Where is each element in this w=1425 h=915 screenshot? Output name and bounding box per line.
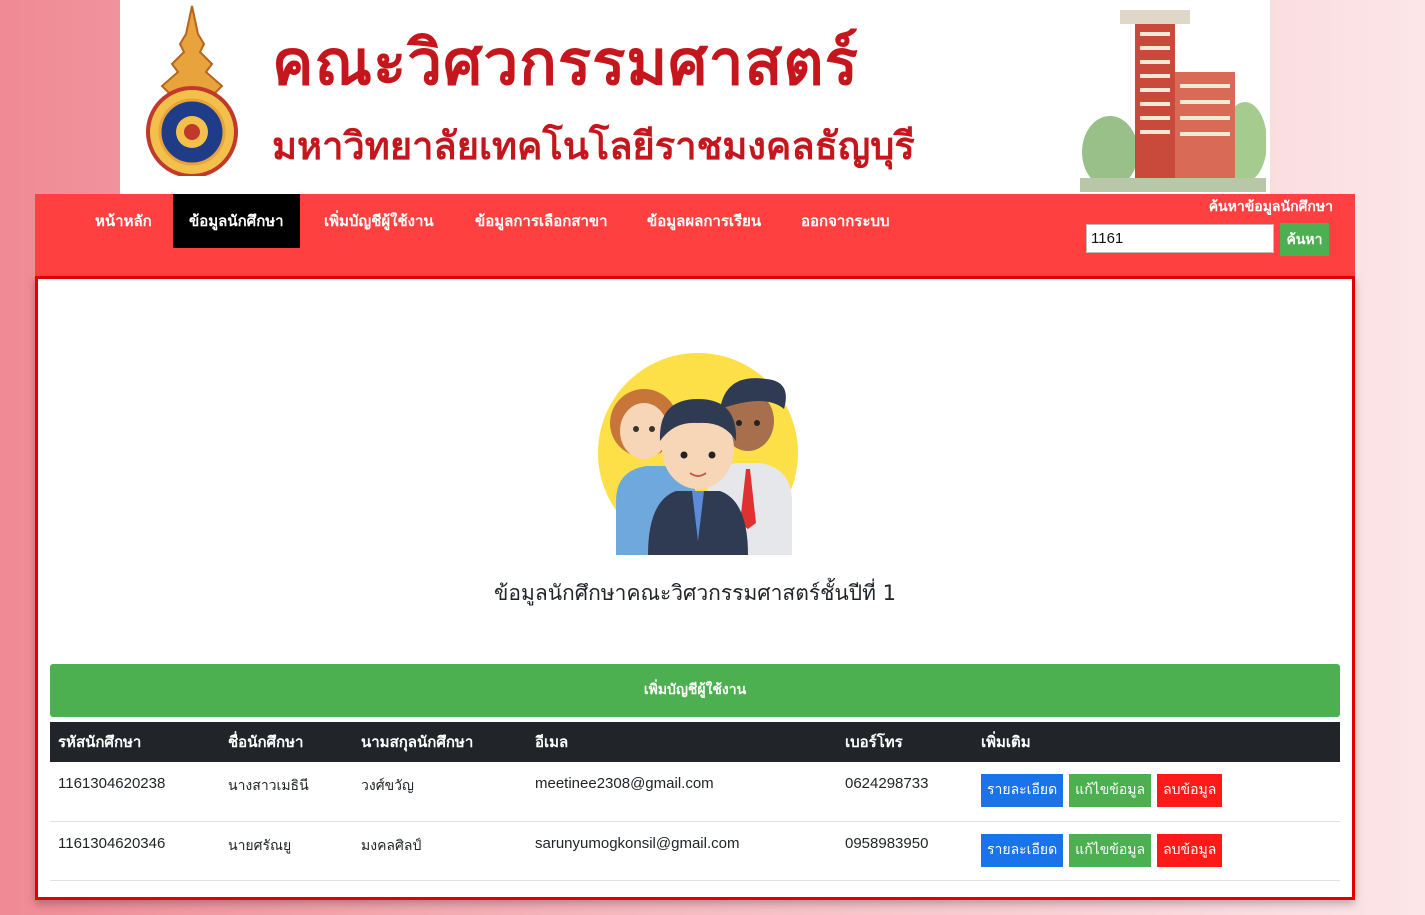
top-navbar: หน้าหลัก ข้อมูลนักศึกษา เพิ่มบัญชีผู้ใช้…	[35, 194, 1355, 278]
student-last-name: มงคลศิลป์	[353, 821, 527, 881]
row-actions: รายละเอียด แก้ไขข้อมูล ลบข้อมูล	[973, 821, 1340, 881]
nav-add-account[interactable]: เพิ่มบัญชีผู้ใช้งาน	[308, 194, 450, 248]
delete-button[interactable]: ลบข้อมูล	[1157, 833, 1223, 867]
header-banner: คณะวิศวกรรมศาสตร์ มหาวิทยาลัยเทคโนโลยีรา…	[120, 0, 1270, 194]
faculty-name: คณะวิศวกรรมศาสตร์	[272, 26, 859, 99]
student-phone: 0958983950	[837, 821, 973, 881]
nav-student-info[interactable]: ข้อมูลนักศึกษา	[173, 194, 300, 248]
col-student-id: รหัสนักศึกษา	[50, 722, 220, 762]
student-email: meetinee2308@gmail.com	[527, 762, 837, 822]
table-row: 1161304620346 นายศรัณยู มงคลศิลป์ saruny…	[50, 821, 1340, 881]
edit-button[interactable]: แก้ไขข้อมูล	[1069, 833, 1152, 867]
detail-button[interactable]: รายละเอียด	[981, 833, 1064, 867]
col-phone: เบอร์โทร	[837, 722, 973, 762]
search-label: ค้นหาข้อมูลนักศึกษา	[1208, 199, 1333, 215]
students-table: รหัสนักศึกษา ชื่อนักศึกษา นามสกุลนักศึกษ…	[50, 722, 1340, 881]
delete-button[interactable]: ลบข้อมูล	[1157, 774, 1223, 807]
search-input[interactable]	[1086, 224, 1274, 253]
add-account-button[interactable]: เพิ่มบัญชีผู้ใช้งาน	[50, 664, 1340, 717]
row-actions: รายละเอียด แก้ไขข้อมูล ลบข้อมูล	[973, 762, 1340, 822]
student-id: 1161304620238	[50, 762, 220, 822]
student-id: 1161304620346	[50, 821, 220, 881]
students-group-icon	[598, 353, 798, 555]
nav-grades[interactable]: ข้อมูลผลการเรียน	[631, 194, 777, 248]
detail-button[interactable]: รายละเอียด	[981, 774, 1064, 807]
student-first-name: นายศรัณยู	[220, 821, 353, 881]
building-illustration	[1080, 10, 1266, 192]
main-content: ข้อมูลนักศึกษาคณะวิศวกรรมศาสตร์ชั้นปีที่…	[35, 276, 1355, 900]
student-email: sarunyumogkonsil@gmail.com	[527, 821, 837, 881]
search-button[interactable]: ค้นหา	[1280, 223, 1329, 256]
student-phone: 0624298733	[837, 762, 973, 822]
col-more: เพิ่มเติม	[973, 722, 1340, 762]
student-first-name: นางสาวเมธินี	[220, 762, 353, 822]
col-last-name: นามสกุลนักศึกษา	[353, 722, 527, 762]
nav-home[interactable]: หน้าหลัก	[79, 194, 168, 248]
page-title: ข้อมูลนักศึกษาคณะวิศวกรรมศาสตร์ชั้นปีที่…	[494, 581, 896, 605]
table-row: 1161304620238 นางสาวเมธินี วงศ์ขวัญ meet…	[50, 762, 1340, 822]
edit-button[interactable]: แก้ไขข้อมูล	[1069, 774, 1152, 807]
student-last-name: วงศ์ขวัญ	[353, 762, 527, 822]
university-seal-logo	[146, 5, 238, 176]
col-first-name: ชื่อนักศึกษา	[220, 722, 353, 762]
table-header-row: รหัสนักศึกษา ชื่อนักศึกษา นามสกุลนักศึกษ…	[50, 722, 1340, 762]
col-email: อีเมล	[527, 722, 837, 762]
nav-logout[interactable]: ออกจากระบบ	[785, 194, 906, 248]
university-name: มหาวิทยาลัยเทคโนโลยีราชมงคลธัญบุรี	[272, 124, 915, 168]
nav-major-selection[interactable]: ข้อมูลการเลือกสาขา	[459, 194, 624, 248]
